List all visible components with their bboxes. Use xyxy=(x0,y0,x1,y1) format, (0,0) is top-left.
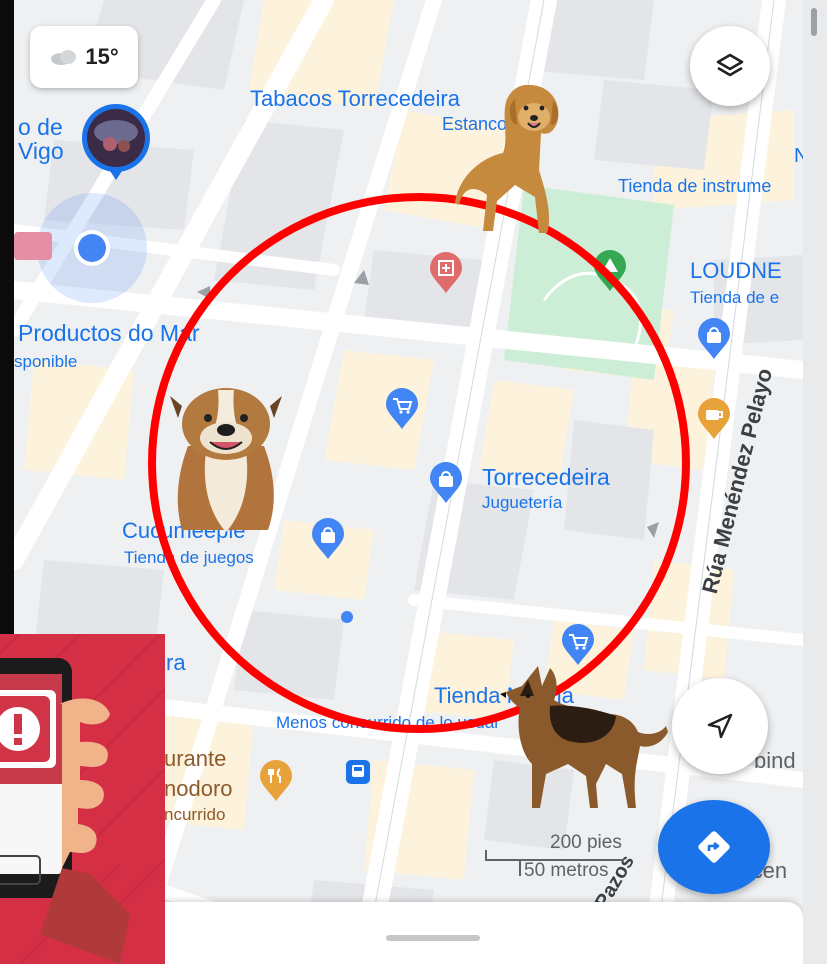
bulldog-image xyxy=(170,388,282,532)
layers-button[interactable] xyxy=(690,26,770,106)
phone-alert-graphic: ! xyxy=(0,634,165,964)
my-location-button[interactable] xyxy=(672,678,768,774)
label-museo-line1: o de xyxy=(18,114,63,140)
restaurant-pin[interactable] xyxy=(258,760,294,802)
cafe-pin[interactable] xyxy=(696,398,732,440)
museum-thumbnail[interactable] xyxy=(80,102,156,180)
label-m-partial: N xyxy=(794,145,803,167)
directions-icon xyxy=(698,831,730,863)
label-museo[interactable]: o de Vigo xyxy=(18,115,64,163)
coffee-cup-icon xyxy=(698,398,730,439)
label-tabacos[interactable]: Tabacos Torrecedeira xyxy=(250,88,460,110)
shopping-bag-icon xyxy=(698,318,730,359)
german-shepherd-image xyxy=(500,666,668,808)
label-urante[interactable]: urante xyxy=(164,748,226,770)
label-ncurrido: ncurrido xyxy=(164,805,226,824)
layers-icon xyxy=(716,53,744,77)
label-ra: ra xyxy=(166,650,186,675)
fork-knife-icon xyxy=(260,760,292,801)
scrollbar-thumb[interactable] xyxy=(811,8,817,36)
label-tienda-de-e: Tienda de e xyxy=(690,288,780,307)
label-tienda-instrumentos: Tienda de instrume xyxy=(618,176,772,196)
label-nodoro: nodoro xyxy=(164,776,233,801)
directions-button[interactable] xyxy=(658,800,770,894)
weather-temp: 15° xyxy=(85,44,119,69)
weather-chip[interactable]: 15° xyxy=(30,26,138,88)
label-disponible: sponible xyxy=(14,352,78,371)
label-bind: bind xyxy=(754,748,796,773)
label-productos[interactable]: Productos do Mar xyxy=(18,322,200,345)
golden-retriever-image xyxy=(455,84,559,233)
navigation-arrow-icon xyxy=(707,713,733,739)
label-museo-line2: Vigo xyxy=(18,138,64,165)
shop-pin-loudne[interactable] xyxy=(696,318,732,360)
label-loudne[interactable]: LOUDNE xyxy=(690,260,782,282)
sheet-drag-handle[interactable] xyxy=(386,935,480,941)
scrollbar[interactable] xyxy=(803,0,827,964)
cloud-icon xyxy=(51,50,77,65)
screen: Tabacos Torrecedeira Estanco o de Vigo T… xyxy=(0,0,827,964)
phone-warning-icon xyxy=(0,634,165,964)
bus-stop-icon[interactable] xyxy=(346,760,370,784)
